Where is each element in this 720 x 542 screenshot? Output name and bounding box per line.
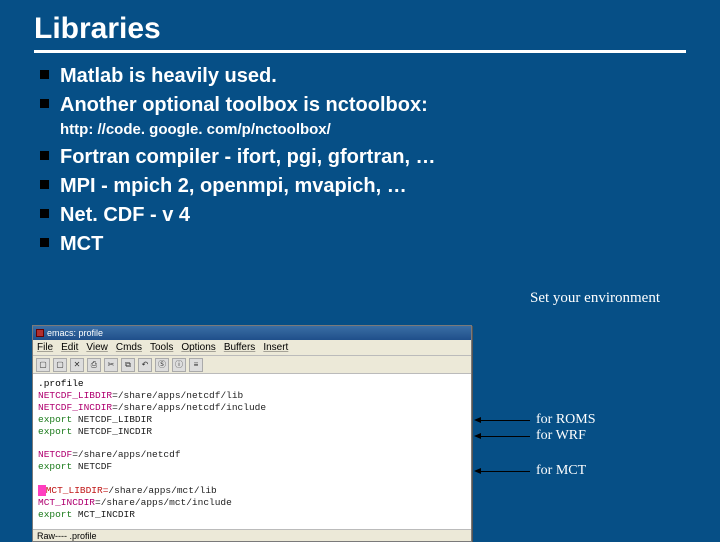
- menu-insert[interactable]: Insert: [263, 342, 288, 353]
- terminal-menubar[interactable]: File Edit View Cmds Tools Options Buffer…: [33, 340, 471, 356]
- menu-tools[interactable]: Tools: [150, 342, 173, 353]
- toolbar-button[interactable]: ⎙: [87, 358, 101, 372]
- term-val: =/share/apps/netcdf: [72, 449, 180, 460]
- env-label: Set your environment: [530, 290, 660, 307]
- term-line: export NETCDF: [38, 461, 466, 473]
- menu-buffers[interactable]: Buffers: [224, 342, 256, 353]
- label-wrf: for WRF: [536, 428, 586, 444]
- bullet-mpi: MPI - mpich 2, openmpi, mvapich, …: [40, 173, 686, 200]
- term-val: =/share/apps/netcdf/lib: [112, 390, 243, 401]
- terminal-body: .profile NETCDF_LIBDIR=/share/apps/netcd…: [33, 374, 471, 529]
- term-line: MCT_INCDIR=/share/apps/mct/include: [38, 497, 466, 509]
- menu-file[interactable]: File: [37, 342, 53, 353]
- term-val: NETCDF: [72, 461, 112, 472]
- terminal-path: .profile: [38, 378, 466, 390]
- toolbar-button[interactable]: ⧉: [121, 358, 135, 372]
- term-var: MCT_INCDIR: [38, 497, 95, 508]
- window-icon: [36, 329, 44, 337]
- term-var: NETCDF_LIBDIR: [38, 390, 112, 401]
- term-var: MCT_LIBDIR=: [46, 485, 109, 496]
- term-line: NETCDF_INCDIR=/share/apps/netcdf/include: [38, 402, 466, 414]
- bullet-matlab: Matlab is heavily used.: [40, 63, 686, 90]
- arrow-left-icon: [480, 471, 530, 472]
- annotation-roms: for ROMS: [480, 412, 596, 428]
- menu-options[interactable]: Options: [181, 342, 215, 353]
- toolbar-button[interactable]: ✕: [70, 358, 84, 372]
- term-var: NETCDF: [38, 449, 72, 460]
- term-blank: [38, 473, 466, 485]
- term-line: export NETCDF_INCDIR: [38, 426, 466, 438]
- label-roms: for ROMS: [536, 412, 596, 428]
- annotation-mct: for MCT: [480, 463, 586, 479]
- terminal-title-text: emacs: profile: [47, 328, 103, 338]
- toolbar-button[interactable]: ≡: [189, 358, 203, 372]
- bullet-mct: MCT: [40, 231, 686, 258]
- label-mct: for MCT: [536, 463, 586, 479]
- term-line: export MCT_INCDIR: [38, 509, 466, 521]
- arrow-left-icon: [480, 436, 530, 437]
- terminal-window: emacs: profile File Edit View Cmds Tools…: [32, 325, 472, 542]
- cursor-icon: [38, 485, 46, 496]
- toolbar-button[interactable]: ▢: [53, 358, 67, 372]
- term-val: MCT_INCDIR: [72, 509, 135, 520]
- term-var: export: [38, 461, 72, 472]
- term-var: export: [38, 509, 72, 520]
- term-line: export NETCDF_LIBDIR: [38, 414, 466, 426]
- bullet-nctoolbox: Another optional toolbox is nctoolbox:: [40, 92, 686, 119]
- term-val: NETCDF_LIBDIR: [72, 414, 152, 425]
- term-val: =/share/apps/netcdf/include: [112, 402, 266, 413]
- menu-cmds[interactable]: Cmds: [116, 342, 142, 353]
- toolbar-button[interactable]: Ⓢ: [155, 358, 169, 372]
- bullet-fortran: Fortran compiler - ifort, pgi, gfortran,…: [40, 144, 686, 171]
- terminal-statusbar: Raw---- .profile: [33, 529, 471, 541]
- term-blank: [38, 437, 466, 449]
- toolbar-button[interactable]: ⓘ: [172, 358, 186, 372]
- arrow-left-icon: [480, 420, 530, 421]
- slide-title: Libraries: [34, 12, 686, 53]
- bullet-list: Matlab is heavily used. Another optional…: [34, 63, 686, 119]
- toolbar-button[interactable]: ✂: [104, 358, 118, 372]
- term-line: NETCDF=/share/apps/netcdf: [38, 449, 466, 461]
- term-line: NETCDF_LIBDIR=/share/apps/netcdf/lib: [38, 390, 466, 402]
- annotation-wrf: for WRF: [480, 428, 586, 444]
- bullet-list-2: Fortran compiler - ifort, pgi, gfortran,…: [34, 144, 686, 258]
- nctoolbox-url: http: //code. google. com/p/nctoolbox/: [34, 121, 686, 138]
- terminal-toolbar: ▢ ▢ ✕ ⎙ ✂ ⧉ ↶ Ⓢ ⓘ ≡: [33, 356, 471, 374]
- term-line: MCT_LIBDIR=/share/apps/mct/lib: [38, 485, 466, 497]
- term-var: export: [38, 426, 72, 437]
- toolbar-button[interactable]: ↶: [138, 358, 152, 372]
- term-var: NETCDF_INCDIR: [38, 402, 112, 413]
- term-var: export: [38, 414, 72, 425]
- menu-view[interactable]: View: [86, 342, 108, 353]
- term-val: =/share/apps/mct/include: [95, 497, 232, 508]
- bullet-netcdf: Net. CDF - v 4: [40, 202, 686, 229]
- term-val: /share/apps/mct/lib: [108, 485, 216, 496]
- menu-edit[interactable]: Edit: [61, 342, 78, 353]
- terminal-titlebar: emacs: profile: [33, 326, 471, 340]
- term-val: NETCDF_INCDIR: [72, 426, 152, 437]
- toolbar-button[interactable]: ▢: [36, 358, 50, 372]
